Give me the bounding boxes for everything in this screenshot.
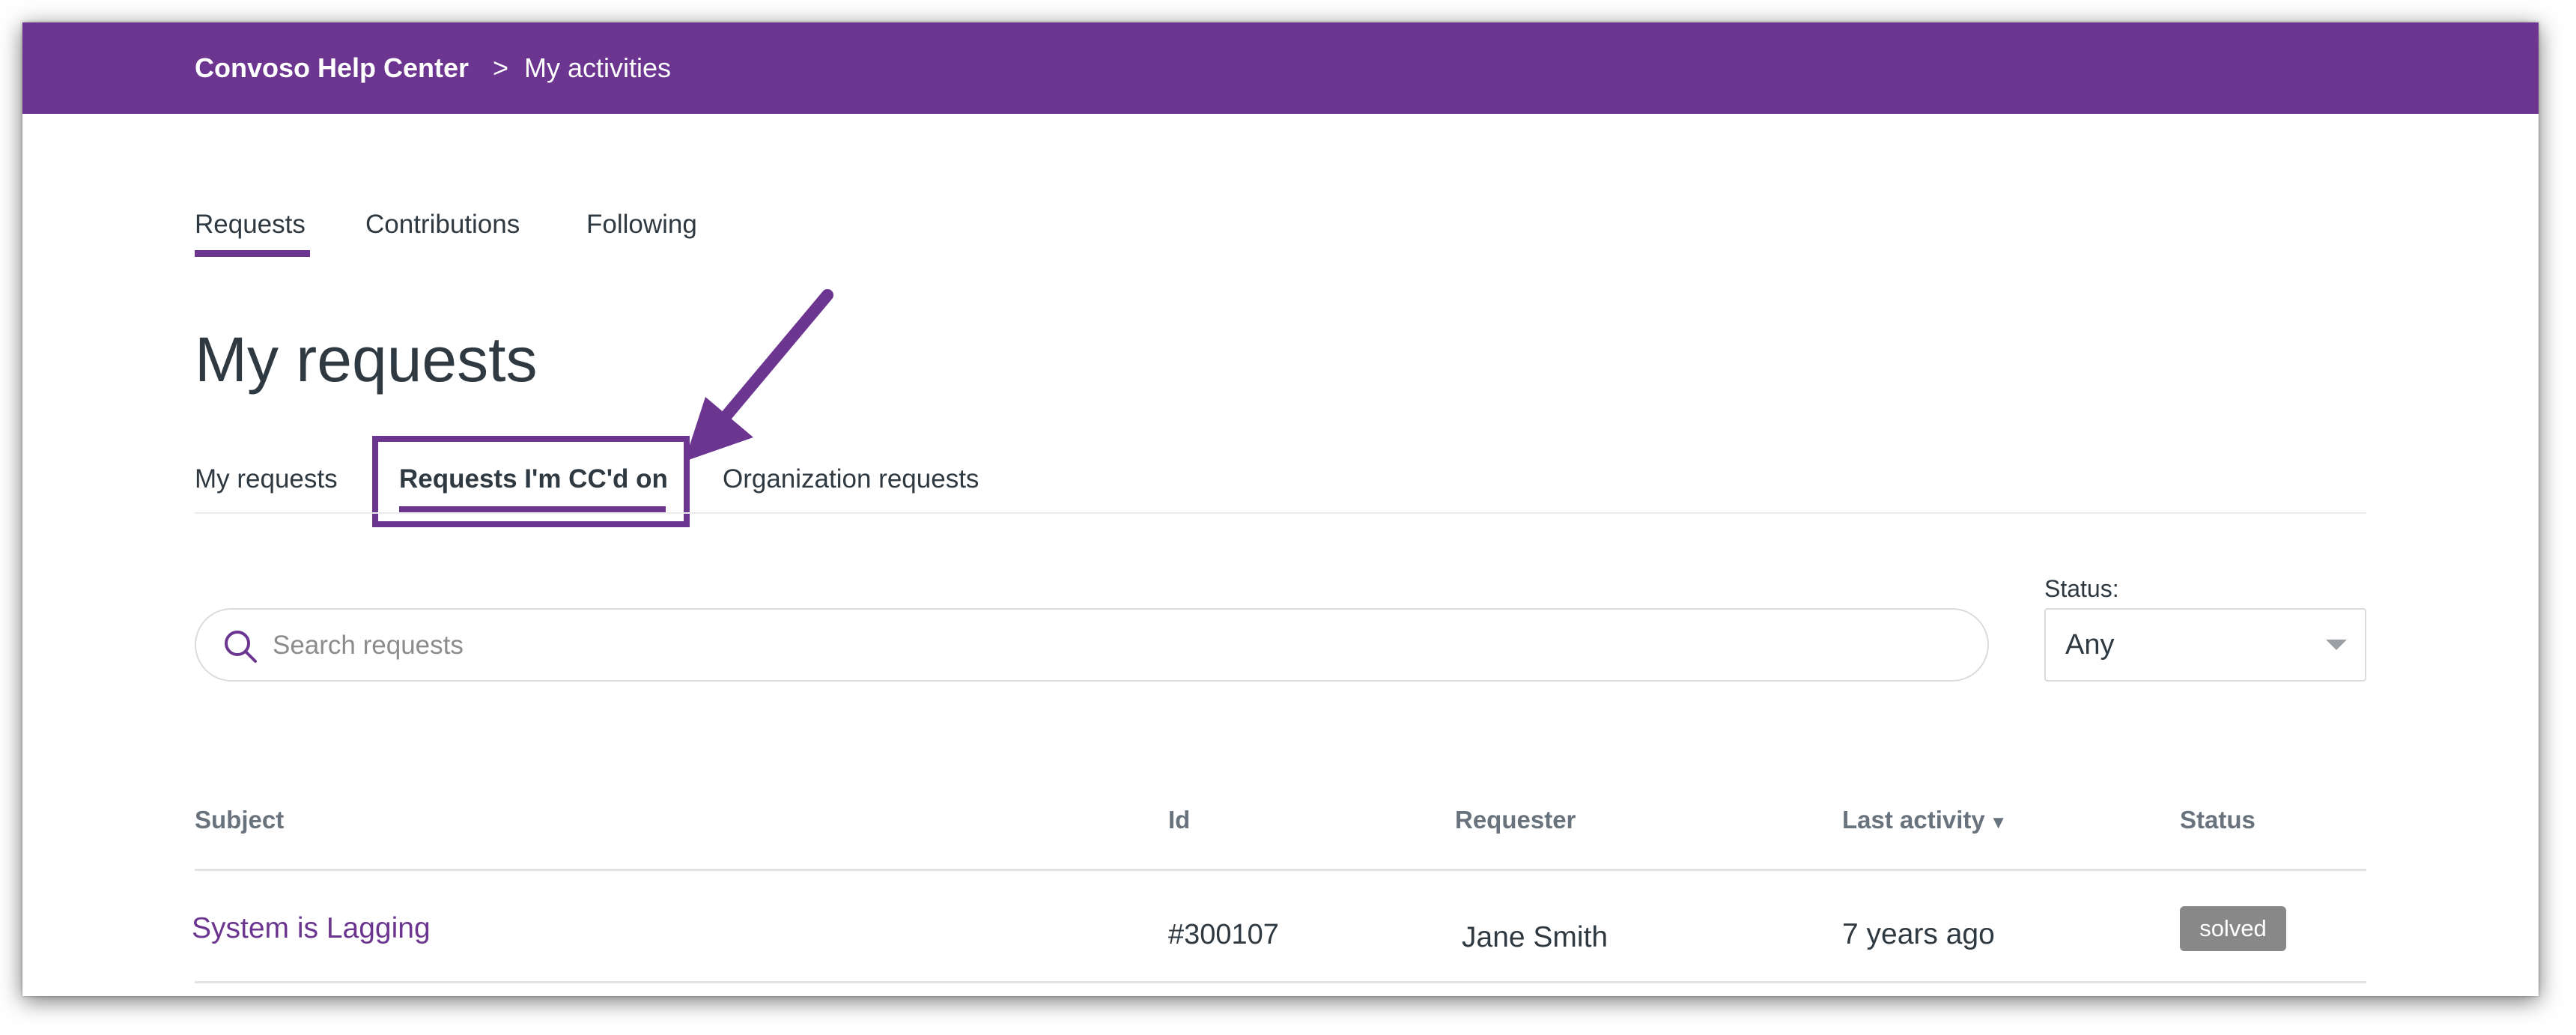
subtab-my-requests[interactable]: My requests	[195, 457, 338, 502]
column-header-id[interactable]: Id	[1168, 801, 1190, 839]
tab-contributions-label: Contributions	[365, 210, 520, 239]
request-subject-link[interactable]: System is Lagging	[192, 906, 431, 951]
search-input[interactable]	[271, 610, 1922, 682]
page-title: My requests	[195, 324, 538, 395]
search-box[interactable]	[195, 608, 1989, 682]
annotation-arrow-icon	[684, 289, 833, 461]
request-last-activity: 7 years ago	[1842, 918, 1995, 950]
table-header-divider	[195, 869, 2366, 871]
column-header-requester[interactable]: Requester	[1455, 801, 1576, 839]
column-header-status[interactable]: Status	[2180, 801, 2255, 839]
header-bar: Convoso Help Center > My activities	[22, 22, 2539, 114]
subtab-organization-requests-label: Organization requests	[723, 464, 979, 494]
tab-following-label: Following	[586, 210, 697, 239]
breadcrumb-home-link[interactable]: Convoso Help Center	[195, 22, 469, 114]
status-filter-select[interactable]: Any	[2044, 608, 2366, 682]
column-header-last-activity-label: Last activity	[1842, 806, 1985, 834]
column-header-last-activity[interactable]: Last activity ▼	[1842, 801, 2008, 839]
browser-window: Convoso Help Center > My activities Requ…	[22, 22, 2539, 996]
tab-requests[interactable]: Requests	[195, 202, 310, 257]
tab-contributions[interactable]: Contributions	[365, 202, 520, 247]
active-tab-indicator	[195, 250, 310, 257]
sort-descending-icon: ▼	[1989, 813, 2008, 833]
request-requester: Jane Smith	[1462, 921, 1609, 953]
status-filter-value: Any	[2065, 629, 2115, 661]
search-icon	[225, 631, 257, 663]
column-header-subject[interactable]: Subject	[195, 801, 284, 839]
status-badge: solved	[2180, 906, 2286, 951]
subtabs-divider	[195, 512, 2366, 514]
table-row-divider	[195, 981, 2366, 983]
request-id: #300107	[1168, 919, 1279, 950]
tab-requests-label: Requests	[195, 210, 306, 239]
breadcrumb-current: My activities	[524, 52, 672, 83]
status-filter-label: Status:	[2044, 575, 2119, 602]
tab-following[interactable]: Following	[586, 202, 697, 247]
chevron-down-icon	[2326, 640, 2347, 650]
subtab-my-requests-label: My requests	[195, 464, 338, 494]
breadcrumb-separator: >	[493, 52, 509, 83]
